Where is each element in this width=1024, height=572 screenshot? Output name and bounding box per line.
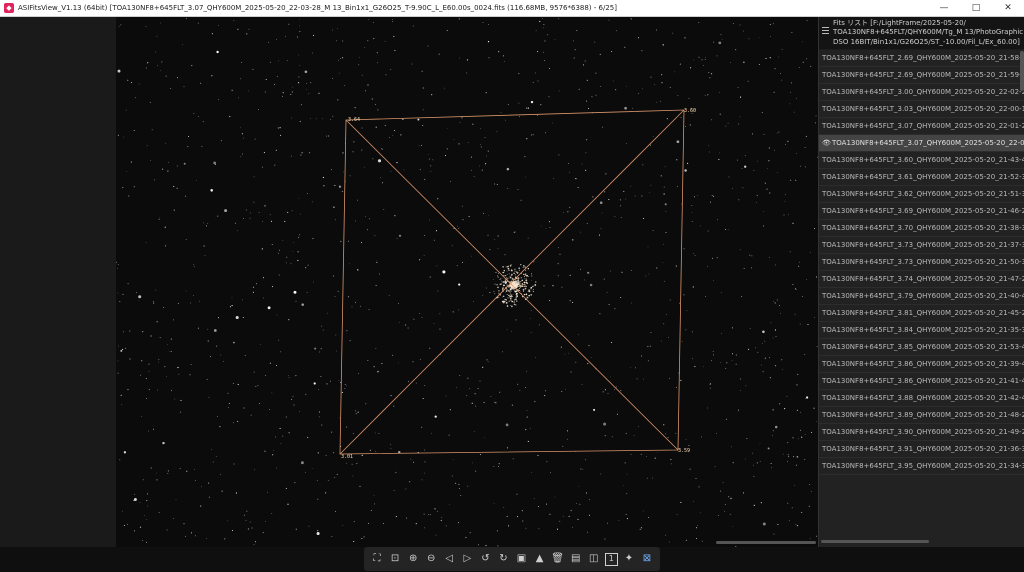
file-list-item[interactable]: TOA130NF8+645FLT_3.70_QHY600M_2025-05-20… (819, 220, 1024, 237)
stretch-icon[interactable]: ▣ (515, 552, 529, 566)
file-name: TOA130NF8+645FLT_3.07_QHY600M_2025-05-20… (822, 122, 1024, 130)
fits-path-line2: TOA130NF8+645FLT/QHY600M/Tg_M 13/PhotoGr… (833, 28, 1024, 36)
file-list-item[interactable]: TOA130NF8+645FLT_3.89_QHY600M_2025-05-20… (819, 407, 1024, 424)
file-list: TOA130NF8+645FLT_2.69_QHY600M_2025-05-20… (819, 50, 1024, 547)
file-list-item[interactable]: TOA130NF8+645FLT_3.03_QHY600M_2025-05-20… (819, 101, 1024, 118)
fits-path-line3: DSO 16BIT/Bin1x1/G26O25/ST_-10.00/Fil_L/… (833, 38, 1020, 46)
corner-tl-value: 3.64 (348, 117, 361, 123)
file-list-item[interactable]: 👁TOA130NF8+645FLT_3.07_QHY600M_2025-05-2… (819, 135, 1024, 152)
file-list-item[interactable]: TOA130NF8+645FLT_2.69_QHY600M_2025-05-20… (819, 67, 1024, 84)
file-list-item[interactable]: TOA130NF8+645FLT_3.84_QHY600M_2025-05-20… (819, 322, 1024, 339)
title-bar: ◆ ASIFitsView_V1.13 (64bit) [TOA130NF8+6… (0, 0, 1024, 17)
close-icon[interactable]: ✕ (992, 0, 1024, 16)
file-list-item[interactable]: TOA130NF8+645FLT_3.69_QHY600M_2025-05-20… (819, 203, 1024, 220)
file-list-item[interactable]: TOA130NF8+645FLT_3.61_QHY600M_2025-05-20… (819, 169, 1024, 186)
file-list-item[interactable]: TOA130NF8+645FLT_3.86_QHY600M_2025-05-20… (819, 356, 1024, 373)
rotate-right-icon[interactable]: ↻ (496, 552, 510, 566)
file-name: TOA130NF8+645FLT_3.84_QHY600M_2025-05-20… (822, 326, 1024, 334)
file-name: TOA130NF8+645FLT_3.95_QHY600M_2025-05-20… (822, 462, 1024, 470)
file-list-item[interactable]: TOA130NF8+645FLT_3.85_QHY600M_2025-05-20… (819, 339, 1024, 356)
fits-list-header: Fits リスト [F:/LightFrame/2025-05-20/ TOA1… (819, 17, 1024, 49)
file-name: TOA130NF8+645FLT_3.85_QHY600M_2025-05-20… (822, 343, 1024, 351)
star-field-image (116, 17, 818, 547)
eye-icon: 👁 (822, 139, 831, 147)
file-list-item[interactable]: TOA130NF8+645FLT_3.07_QHY600M_2025-05-20… (819, 118, 1024, 135)
file-list-item[interactable]: TOA130NF8+645FLT_3.90_QHY600M_2025-05-20… (819, 424, 1024, 441)
file-name: TOA130NF8+645FLT_3.86_QHY600M_2025-05-20… (822, 360, 1024, 368)
fits-path-line1: Fits リスト [F:/LightFrame/2025-05-20/ (833, 19, 966, 27)
file-list-item[interactable]: TOA130NF8+645FLT_3.91_QHY600M_2025-05-20… (819, 441, 1024, 458)
image-viewer[interactable]: 3.64 3.60 3.01 3.59 3.51 (116, 17, 818, 547)
file-name: TOA130NF8+645FLT_3.73_QHY600M_2025-05-20… (822, 241, 1024, 249)
file-name: TOA130NF8+645FLT_3.88_QHY600M_2025-05-20… (822, 394, 1024, 402)
app-icon: ◆ (4, 3, 14, 13)
file-name: TOA130NF8+645FLT_3.86_QHY600M_2025-05-20… (822, 377, 1024, 385)
previous-icon[interactable]: ◁ (442, 552, 456, 566)
file-name: TOA130NF8+645FLT_3.81_QHY600M_2025-05-20… (822, 309, 1024, 317)
one-to-one-icon[interactable]: 1 (604, 552, 618, 566)
corner-bl-value: 3.01 (341, 454, 354, 460)
file-list-item[interactable]: TOA130NF8+645FLT_2.69_QHY600M_2025-05-20… (819, 50, 1024, 67)
file-name: TOA130NF8+645FLT_3.07_QHY600M_2025-05-20… (832, 139, 1024, 147)
compare-icon[interactable]: ◫ (587, 552, 601, 566)
file-list-item[interactable]: TOA130NF8+645FLT_3.73_QHY600M_2025-05-20… (819, 237, 1024, 254)
file-name: TOA130NF8+645FLT_3.79_QHY600M_2025-05-20… (822, 292, 1024, 300)
minimize-icon[interactable]: — (928, 0, 960, 16)
file-name: TOA130NF8+645FLT_3.73_QHY600M_2025-05-20… (822, 258, 1024, 266)
file-list-item[interactable]: TOA130NF8+645FLT_3.00_QHY600M_2025-05-20… (819, 84, 1024, 101)
zoom-out-icon[interactable]: ⊖ (424, 552, 438, 566)
file-name: TOA130NF8+645FLT_3.70_QHY600M_2025-05-20… (822, 224, 1024, 232)
horizontal-scrollbar[interactable] (716, 541, 816, 544)
file-name: TOA130NF8+645FLT_3.61_QHY600M_2025-05-20… (822, 173, 1024, 181)
menu-icon[interactable] (822, 27, 829, 34)
histogram-icon[interactable]: ▲ (533, 552, 547, 566)
save-icon[interactable]: ▤ (569, 552, 583, 566)
file-name: TOA130NF8+645FLT_2.69_QHY600M_2025-05-20… (822, 54, 1024, 62)
file-list-item[interactable]: TOA130NF8+645FLT_3.81_QHY600M_2025-05-20… (819, 305, 1024, 322)
file-list-item[interactable]: TOA130NF8+645FLT_3.86_QHY600M_2025-05-20… (819, 373, 1024, 390)
file-list-item[interactable]: TOA130NF8+645FLT_3.79_QHY600M_2025-05-20… (819, 288, 1024, 305)
zoom-in-icon[interactable]: ⊕ (406, 552, 420, 566)
file-list-item[interactable]: TOA130NF8+645FLT_3.95_QHY600M_2025-05-20… (819, 458, 1024, 475)
file-name: TOA130NF8+645FLT_3.03_QHY600M_2025-05-20… (822, 105, 1024, 113)
toolbar: ⛶ ⊡ ⊕ ⊖ ◁ ▷ ↺ ↻ ▣ ▲ 🗑 ▤ ◫ 1 ✦ ⊠ (364, 547, 660, 571)
actual-size-icon[interactable]: ⊡ (388, 552, 402, 566)
file-name: TOA130NF8+645FLT_3.62_QHY600M_2025-05-20… (822, 190, 1024, 198)
vertical-scrollbar[interactable] (1020, 51, 1024, 91)
file-name: TOA130NF8+645FLT_3.60_QHY600M_2025-05-20… (822, 156, 1024, 164)
fit-screen-icon[interactable]: ⛶ (370, 552, 384, 566)
file-name: TOA130NF8+645FLT_3.00_QHY600M_2025-05-20… (822, 88, 1024, 96)
file-name: TOA130NF8+645FLT_3.74_QHY600M_2025-05-20… (822, 275, 1024, 283)
left-panel (0, 17, 116, 547)
file-name: TOA130NF8+645FLT_3.89_QHY600M_2025-05-20… (822, 411, 1024, 419)
corner-br-value: 3.59 (678, 448, 691, 454)
fits-list-panel: Fits リスト [F:/LightFrame/2025-05-20/ TOA1… (818, 17, 1024, 547)
file-name: TOA130NF8+645FLT_3.91_QHY600M_2025-05-20… (822, 445, 1024, 453)
file-list-item[interactable]: TOA130NF8+645FLT_3.73_QHY600M_2025-05-20… (819, 254, 1024, 271)
delete-icon[interactable]: 🗑 (551, 552, 565, 566)
window-controls: — □ ✕ (928, 0, 1024, 16)
file-list-item[interactable]: TOA130NF8+645FLT_3.62_QHY600M_2025-05-20… (819, 186, 1024, 203)
next-icon[interactable]: ▷ (460, 552, 474, 566)
file-list-item[interactable]: TOA130NF8+645FLT_3.60_QHY600M_2025-05-20… (819, 152, 1024, 169)
file-name: TOA130NF8+645FLT_3.69_QHY600M_2025-05-20… (822, 207, 1024, 215)
corner-tr-value: 3.60 (684, 108, 697, 114)
file-list-item[interactable]: TOA130NF8+645FLT_3.88_QHY600M_2025-05-20… (819, 390, 1024, 407)
file-list-item[interactable]: TOA130NF8+645FLT_3.74_QHY600M_2025-05-20… (819, 271, 1024, 288)
rotate-left-icon[interactable]: ↺ (478, 552, 492, 566)
file-name: TOA130NF8+645FLT_2.69_QHY600M_2025-05-20… (822, 71, 1024, 79)
window-title: ASIFitsView_V1.13 (64bit) [TOA130NF8+645… (18, 4, 617, 12)
list-horizontal-scrollbar[interactable] (821, 540, 929, 543)
maximize-icon[interactable]: □ (960, 0, 992, 16)
star-detect-icon[interactable]: ✦ (622, 552, 636, 566)
center-value: 3.51 (512, 283, 525, 289)
overlay-icon[interactable]: ⊠ (640, 552, 654, 566)
file-name: TOA130NF8+645FLT_3.90_QHY600M_2025-05-20… (822, 428, 1024, 436)
